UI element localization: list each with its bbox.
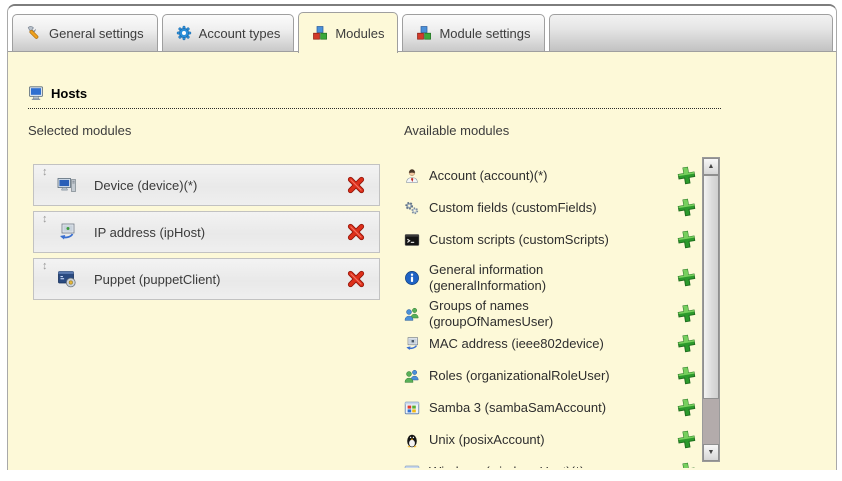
available-module-label: Custom fields (customFields) [429, 200, 673, 216]
account-icon [404, 168, 420, 184]
available-module-row: Custom scripts (customScripts) [404, 230, 696, 249]
add-icon[interactable] [677, 366, 696, 385]
scroll-up-button[interactable]: ▲ [703, 158, 719, 175]
tab-general-settings[interactable]: General settings [12, 14, 158, 52]
add-icon[interactable] [677, 430, 696, 449]
delete-icon[interactable] [347, 176, 365, 194]
add-icon[interactable] [677, 198, 696, 217]
available-module-label: General information (generalInformation) [429, 262, 673, 293]
available-module-row: Custom fields (customFields) [404, 198, 696, 217]
modules-icon [416, 25, 432, 41]
available-module-row: General information (generalInformation) [404, 262, 696, 293]
group-icon [404, 306, 420, 322]
add-icon[interactable] [677, 268, 696, 287]
device-icon [57, 175, 77, 195]
puppet-icon [57, 269, 77, 289]
available-modules-column: Available modules Account (account)(*) C… [404, 123, 726, 468]
available-modules-scrollbar[interactable]: ▲ ▼ [702, 157, 720, 462]
available-module-label: Account (account)(*) [429, 168, 673, 184]
available-module-label: MAC address (ieee802device) [429, 336, 673, 352]
modules-panel: Hosts Selected modules ↕ Device (device)… [8, 51, 836, 470]
available-module-row: Groups of names (groupOfNamesUser) [404, 298, 696, 329]
selected-modules-column: Selected modules ↕ Device (device)(*) ↕ … [28, 123, 380, 305]
available-modules-header: Available modules [404, 123, 726, 138]
tab-modules[interactable]: Modules [298, 12, 398, 53]
scroll-down-button[interactable]: ▼ [703, 444, 719, 461]
add-icon[interactable] [677, 398, 696, 417]
available-module-label: Groups of names (groupOfNamesUser) [429, 298, 673, 329]
scroll-up-icon: ▲ [708, 163, 715, 170]
available-module-row: MAC address (ieee802device) [404, 334, 696, 353]
selected-module-row[interactable]: ↕ Puppet (puppetClient) [33, 258, 380, 300]
add-icon[interactable] [677, 334, 696, 353]
section-title: Hosts [51, 86, 87, 101]
drag-handle-icon[interactable]: ↕ [42, 167, 48, 178]
monitor-icon [28, 85, 44, 101]
add-icon[interactable] [677, 304, 696, 323]
selected-module-row[interactable]: ↕ Device (device)(*) [33, 164, 380, 206]
add-icon[interactable] [677, 166, 696, 185]
available-modules-list: Account (account)(*) Custom fields (cust… [404, 166, 696, 468]
available-module-row: Windows (windowsHost)(*) [404, 462, 696, 468]
available-module-label: Samba 3 (sambaSamAccount) [429, 400, 673, 416]
custom-scripts-icon [404, 232, 420, 248]
mac-address-icon [404, 336, 420, 352]
available-module-label: Windows (windowsHost)(*) [429, 464, 673, 468]
selected-modules-list: ↕ Device (device)(*) ↕ IP address (ipHos… [33, 164, 380, 300]
roles-icon [404, 368, 420, 384]
tab-module-settings[interactable]: Module settings [402, 14, 544, 52]
add-icon[interactable] [677, 230, 696, 249]
available-module-row: Samba 3 (sambaSamAccount) [404, 398, 696, 417]
add-icon[interactable] [677, 462, 696, 468]
wrench-icon [26, 25, 42, 41]
tab-label: Module settings [439, 26, 530, 41]
available-module-label: Roles (organizationalRoleUser) [429, 368, 673, 384]
scroll-down-icon: ▼ [708, 449, 715, 456]
available-module-row: Unix (posixAccount) [404, 430, 696, 449]
selected-module-row[interactable]: ↕ IP address (ipHost) [33, 211, 380, 253]
ip-address-icon [57, 222, 77, 242]
gear-icon [176, 25, 192, 41]
custom-fields-icon [404, 200, 420, 216]
tab-label: Account types [199, 26, 281, 41]
configuration-window: General settings Account types Modules M… [7, 4, 837, 470]
available-module-label: Custom scripts (customScripts) [429, 232, 673, 248]
drag-handle-icon[interactable]: ↕ [42, 261, 48, 272]
hosts-section-heading: Hosts [28, 85, 721, 109]
info-icon [404, 270, 420, 286]
available-module-row: Roles (organizationalRoleUser) [404, 366, 696, 385]
delete-icon[interactable] [347, 223, 365, 241]
windows-icon [404, 464, 420, 469]
tab-bar: General settings Account types Modules M… [8, 6, 836, 52]
tab-label: General settings [49, 26, 144, 41]
available-module-label: Unix (posixAccount) [429, 432, 673, 448]
delete-icon[interactable] [347, 270, 365, 288]
modules-icon [312, 25, 328, 41]
available-module-row: Account (account)(*) [404, 166, 696, 185]
tab-bar-filler [549, 14, 833, 52]
unix-icon [404, 432, 420, 448]
tab-account-types[interactable]: Account types [162, 14, 295, 52]
tab-label: Modules [335, 26, 384, 41]
drag-handle-icon[interactable]: ↕ [42, 214, 48, 225]
samba-icon [404, 400, 420, 416]
scrollbar-thumb[interactable] [703, 175, 719, 399]
selected-modules-header: Selected modules [28, 123, 380, 138]
